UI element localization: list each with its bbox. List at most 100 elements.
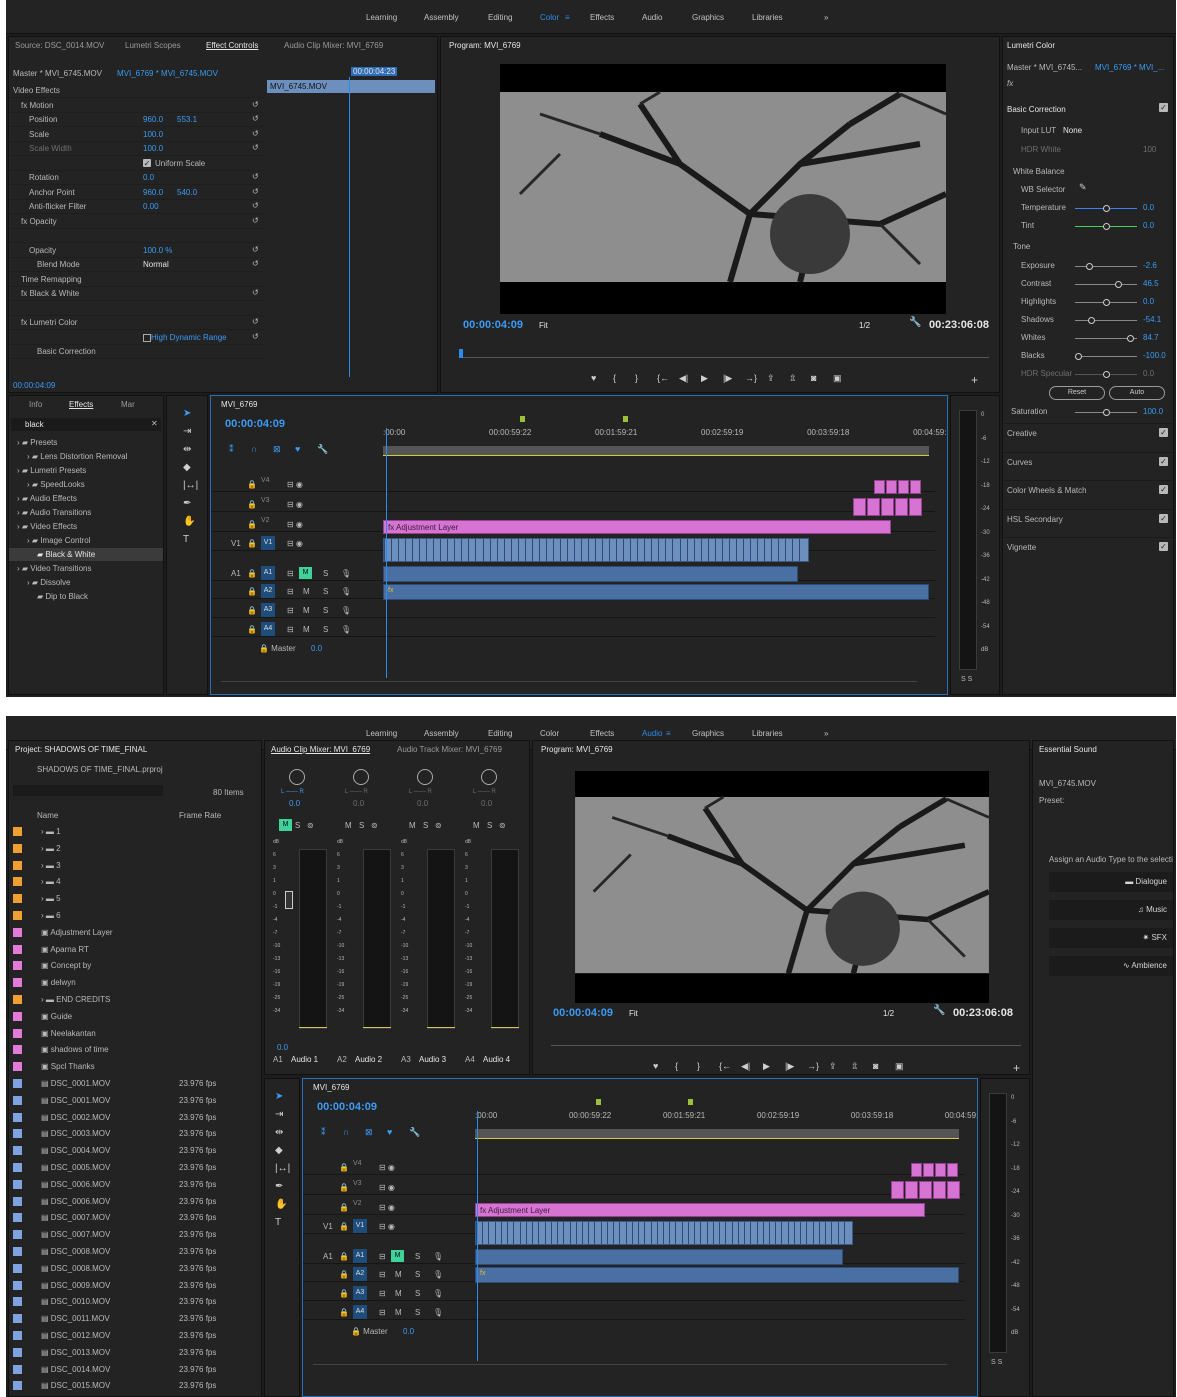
lock-icon[interactable]: 🔒 <box>247 569 257 578</box>
music-button[interactable]: ♫ Music <box>1049 900 1173 920</box>
slider-track[interactable] <box>1075 281 1137 288</box>
mute-toggle[interactable]: M <box>303 606 310 615</box>
mute-button[interactable]: M <box>409 821 416 830</box>
project-item[interactable]: ▤ DSC_0012.MOV <box>41 1331 110 1340</box>
effects-item[interactable]: › ▰ Lens Distortion Removal <box>27 452 127 461</box>
lc-section-checkbox[interactable]: ✓ <box>1159 456 1168 466</box>
ws2-assembly[interactable]: Assembly <box>424 729 459 738</box>
mark-out-icon[interactable]: } <box>697 1061 700 1071</box>
project-item[interactable]: ▤ DSC_0008.MOV <box>41 1264 110 1273</box>
master-value[interactable]: 0.0 <box>403 1327 414 1336</box>
solo-toggle[interactable]: S <box>323 606 328 615</box>
pan-knob[interactable] <box>417 769 433 785</box>
v4-clip[interactable] <box>910 480 922 494</box>
tab-effects[interactable]: Effects <box>69 400 93 409</box>
project-item[interactable]: ▤ DSC_0003.MOV <box>41 1129 110 1138</box>
reset-icon[interactable]: ↺ <box>252 114 259 123</box>
slider-value[interactable]: 0.0 <box>1143 369 1154 378</box>
label-swatch[interactable] <box>13 860 22 870</box>
mic-icon[interactable]: 🎙 <box>341 587 351 596</box>
tab-source[interactable]: Source: DSC_0014.MOV <box>15 41 104 50</box>
reset-icon[interactable]: ↺ <box>252 317 259 326</box>
linked-icon[interactable]: ⊠ <box>365 1127 373 1138</box>
label-swatch[interactable] <box>13 877 22 887</box>
ws-editing[interactable]: Editing <box>488 13 512 22</box>
solo-button[interactable]: S <box>295 821 300 830</box>
timeline-playhead[interactable] <box>385 428 387 678</box>
mic-icon[interactable]: 🎙 <box>341 569 351 578</box>
label-swatch[interactable] <box>13 1314 22 1324</box>
lc-section-1[interactable]: Curves <box>1007 458 1032 467</box>
adjustment-layer-clip[interactable]: fx Adjustment Layer <box>475 1203 926 1217</box>
v4-clip[interactable] <box>934 1163 946 1177</box>
mute-button[interactable]: M <box>279 819 292 831</box>
timeline-playhead[interactable] <box>477 1111 479 1361</box>
selection-tool-icon[interactable]: ➤ <box>275 1091 283 1102</box>
solo-toggle[interactable]: S <box>323 625 328 634</box>
ripple-edit-icon[interactable]: ⇹ <box>183 444 191 455</box>
slider-knob[interactable] <box>1103 299 1110 306</box>
slip-icon[interactable]: |↔| <box>183 480 198 491</box>
ripple-edit-icon[interactable]: ⇹ <box>275 1127 283 1138</box>
sfx-button[interactable]: ✷ SFX <box>1049 928 1173 948</box>
ws2-editing[interactable]: Editing <box>488 729 512 738</box>
track-toggle-V1[interactable]: V1 <box>353 1219 367 1233</box>
track-toggle-V4[interactable]: V4 <box>261 477 270 484</box>
label-swatch[interactable] <box>13 1112 22 1122</box>
v4-clip[interactable] <box>898 480 910 494</box>
lock-icon[interactable]: 🔒 <box>339 1252 349 1261</box>
sync-icon[interactable]: ⊟ <box>379 1289 386 1298</box>
ec-clip-bar[interactable]: MVI_6745.MOV <box>267 80 435 93</box>
channel-name[interactable]: Audio 3 <box>419 1055 446 1064</box>
track-toggle-A1[interactable]: A1 <box>261 566 275 580</box>
ec-row-value-2[interactable]: 540.0 <box>177 188 197 197</box>
step-back-icon[interactable]: ◀| <box>741 1061 750 1072</box>
mute-button[interactable]: M <box>345 821 352 830</box>
mute-toggle[interactable]: M <box>303 625 310 634</box>
project-item[interactable]: ▤ DSC_0009.MOV <box>41 1281 110 1290</box>
label-swatch[interactable] <box>13 944 22 954</box>
eyedropper-icon[interactable]: ✎ <box>1079 182 1087 193</box>
label-swatch[interactable] <box>13 1280 22 1290</box>
slider-value[interactable]: 0.0 <box>1143 203 1154 212</box>
project-item[interactable]: ▣ shadows of time <box>41 1045 109 1054</box>
timeline-scrollbar[interactable] <box>221 681 917 682</box>
effects-item[interactable]: ▰ Dip to Black <box>37 592 88 601</box>
solo-toggle[interactable]: S <box>415 1252 420 1261</box>
record-button[interactable]: ⊚ <box>307 821 314 830</box>
ec-row[interactable]: Anchor Point 960.0 540.0 ↺ <box>9 186 264 200</box>
ws2-effects[interactable]: Effects <box>590 729 614 738</box>
label-swatch[interactable] <box>13 1179 22 1189</box>
track-select-icon[interactable]: ⇥ <box>183 426 191 437</box>
lc-section-3[interactable]: HSL Secondary <box>1007 515 1063 524</box>
lc-tone[interactable]: Tone <box>1013 242 1030 251</box>
razor-icon[interactable]: ◆ <box>183 462 191 473</box>
project-item[interactable]: ▤ DSC_0001.MOV <box>41 1096 110 1105</box>
basic-correction-checkbox[interactable]: ✓ <box>1159 103 1168 112</box>
col-name[interactable]: Name <box>37 811 58 820</box>
effects-item[interactable]: › ▰ Video Transitions <box>17 564 91 573</box>
tab-effect-controls[interactable]: Effect Controls <box>206 41 258 50</box>
resolution-dropdown-2[interactable]: 1/2 <box>883 1009 894 1018</box>
dialogue-button[interactable]: ▬ Dialogue <box>1049 872 1173 892</box>
ws-menu-icon[interactable]: ≡ <box>565 13 570 22</box>
lc-hdr-white-value[interactable]: 100 <box>1143 145 1156 154</box>
slider-track[interactable] <box>1075 317 1137 324</box>
reset-button[interactable]: Reset <box>1049 386 1105 400</box>
eye-icon[interactable]: ⊟ ◉ <box>287 520 303 529</box>
ec-row[interactable]: Opacity 100.0 % ↺ <box>9 244 264 258</box>
v4-clip[interactable] <box>946 1163 958 1177</box>
export-frame-icon[interactable]: ◙ <box>873 1061 878 1071</box>
label-swatch[interactable] <box>13 1196 22 1206</box>
label-swatch[interactable] <box>13 1364 22 1374</box>
reset-icon[interactable]: ↺ <box>252 143 259 152</box>
a2-clip-strip[interactable]: fx <box>475 1267 959 1283</box>
ec-row[interactable]: Scale 100.0 ↺ <box>9 128 264 142</box>
step-back-icon[interactable]: ◀| <box>679 373 688 384</box>
slider-value[interactable]: -2.6 <box>1143 261 1157 270</box>
ec-row-value[interactable]: 0.00 <box>143 202 159 211</box>
slider-track[interactable] <box>1075 299 1137 306</box>
lock-icon[interactable]: 🔒 <box>339 1289 349 1298</box>
lc-lut-dropdown[interactable]: None <box>1063 126 1082 135</box>
add-marker-icon[interactable]: ♥ <box>387 1127 392 1137</box>
